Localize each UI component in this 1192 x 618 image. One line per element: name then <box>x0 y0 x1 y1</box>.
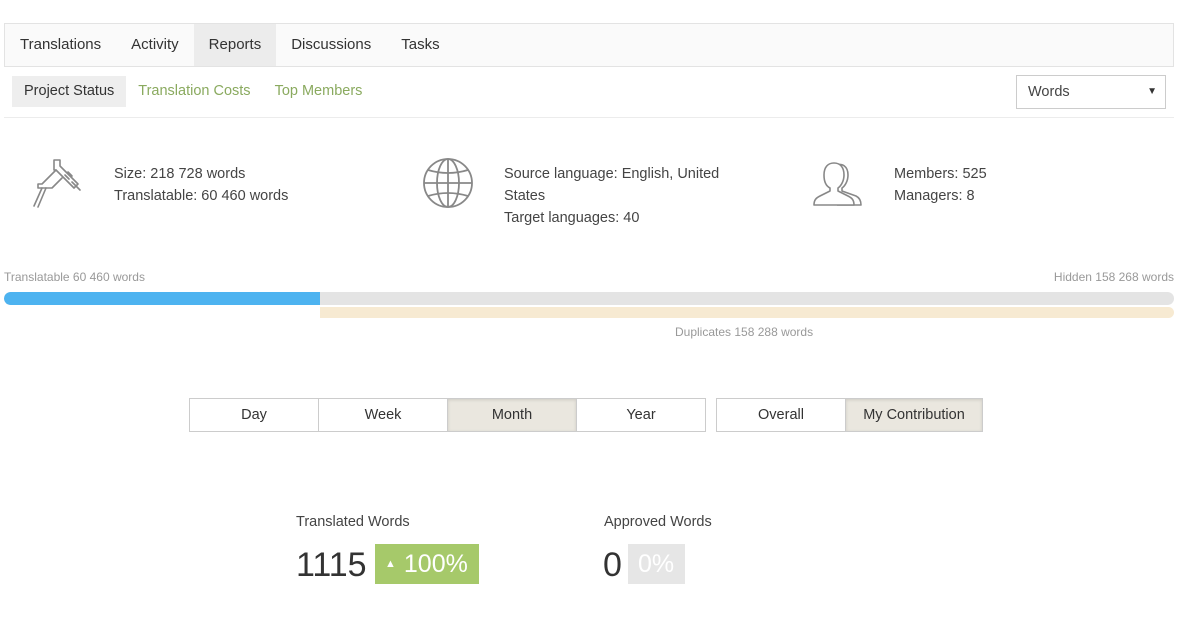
subtab-translation-costs[interactable]: Translation Costs <box>126 76 262 107</box>
report-subtabs: Project Status Translation Costs Top Mem… <box>12 76 374 107</box>
tab-tasks[interactable]: Tasks <box>386 24 454 66</box>
tab-translations[interactable]: Translations <box>5 24 116 66</box>
approved-change-value: 0% <box>638 550 675 578</box>
translatable-bar-label: Translatable 60 460 words <box>4 270 145 284</box>
period-toggle: Day Week Month Year <box>189 398 706 432</box>
project-languages: Source language: English, United States … <box>504 163 719 229</box>
subtab-top-members[interactable]: Top Members <box>263 76 375 107</box>
project-size: Size: 218 728 words Translatable: 60 460… <box>114 163 288 207</box>
period-year-button[interactable]: Year <box>577 399 705 431</box>
approved-words-label: Approved Words <box>604 514 712 530</box>
subtab-project-status[interactable]: Project Status <box>12 76 127 107</box>
caliper-icon <box>33 159 81 208</box>
tab-activity[interactable]: Activity <box>116 24 194 66</box>
translated-change-badge: ▲ 100% <box>375 544 479 584</box>
scope-toggle: Overall My Contribution <box>716 398 983 432</box>
approved-change-badge: 0% <box>628 544 685 584</box>
tab-reports[interactable]: Reports <box>193 24 277 66</box>
tab-discussions[interactable]: Discussions <box>276 24 386 66</box>
globe-icon <box>423 158 473 208</box>
period-month-button[interactable]: Month <box>448 399 577 431</box>
approved-words-value: 0 <box>603 546 622 584</box>
target-languages-text: Target languages: 40 <box>504 210 640 226</box>
members-text: Members: 525 <box>894 166 987 182</box>
period-week-button[interactable]: Week <box>319 399 448 431</box>
divider <box>4 117 1174 118</box>
translated-words-value: 1115 <box>296 546 367 584</box>
managers-text: Managers: 8 <box>894 188 975 204</box>
duplicates-bar <box>320 307 1174 318</box>
chevron-down-icon: ▼ <box>1147 86 1157 97</box>
members-icon <box>813 162 862 206</box>
unit-select[interactable]: Words ▼ <box>1016 75 1166 109</box>
words-progress-bar <box>4 292 1174 305</box>
size-text: Size: 218 728 words <box>114 166 246 182</box>
translated-change-value: 100% <box>403 550 468 578</box>
period-day-button[interactable]: Day <box>190 399 319 431</box>
scope-my-contribution-button[interactable]: My Contribution <box>846 399 982 431</box>
scope-overall-button[interactable]: Overall <box>717 399 846 431</box>
duplicates-bar-label: Duplicates 158 288 words <box>675 325 814 339</box>
hidden-bar-label: Hidden 158 268 words <box>1053 270 1174 284</box>
translatable-fill <box>4 292 320 305</box>
unit-select-value: Words <box>1028 84 1070 100</box>
main-tabs: Translations Activity Reports Discussion… <box>4 23 1174 67</box>
arrow-up-icon: ▲ <box>385 558 396 570</box>
project-members: Members: 525 Managers: 8 <box>894 163 987 207</box>
source-language-text: Source language: English, United <box>504 166 720 182</box>
source-language-text-cont: States <box>504 188 546 204</box>
translatable-text: Translatable: 60 460 words <box>114 188 289 204</box>
translated-words-label: Translated Words <box>296 514 410 530</box>
